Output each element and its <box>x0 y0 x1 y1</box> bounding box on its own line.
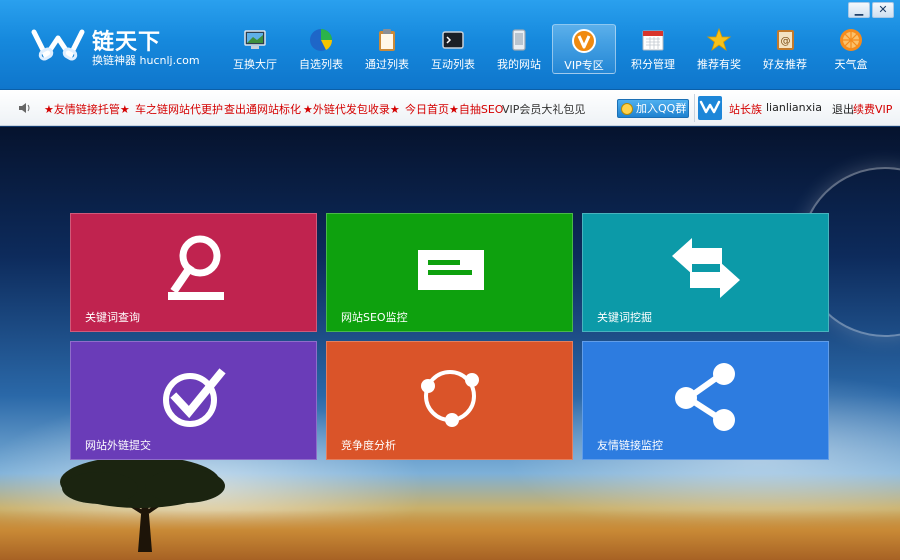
search-icon <box>167 235 224 300</box>
orange-icon <box>840 29 862 51</box>
tile-label: 网站SEO监控 <box>341 311 408 324</box>
nav-label: 互动列表 <box>431 58 475 71</box>
username: lianlianxia <box>766 101 822 114</box>
nav-label: 通过列表 <box>365 58 409 71</box>
tile-label: 关键词挖掘 <box>597 311 652 324</box>
tile-keyword-mining[interactable]: 关键词挖掘 <box>582 213 829 332</box>
close-button[interactable]: ✕ <box>872 2 894 18</box>
share-icon <box>674 363 735 431</box>
announcement-link[interactable]: VIP会员大礼包见 <box>502 101 585 117</box>
tile-label: 友情链接监控 <box>597 439 663 452</box>
join-qq-group-button[interactable]: 加入QQ群 <box>617 99 689 118</box>
nav-item-weather[interactable]: 天气盒 <box>818 24 884 74</box>
chain-logo-icon <box>31 29 85 61</box>
nav-label: 推荐有奖 <box>697 58 741 71</box>
nav-item-self-list[interactable]: 自选列表 <box>288 24 354 74</box>
announcement-link[interactable]: ★外链代发包收录★ <box>303 101 400 117</box>
nav-label: 互换大厅 <box>233 58 277 71</box>
window-controls: ▁ ✕ <box>848 2 894 18</box>
app-subtitle: 换链神器 hucnlj.com <box>92 54 200 67</box>
app-logo[interactable]: 链天下 换链神器 hucnlj.com <box>30 22 210 72</box>
tile-grid: 关键词查询 网站SEO监控 关键词挖掘 网站外链提交 竞争度分析 友情链接监控 <box>0 127 900 560</box>
divider <box>694 94 695 122</box>
tile-keyword-query[interactable]: 关键词查询 <box>70 213 317 332</box>
nav-label: VIP专区 <box>564 59 604 72</box>
tile-label: 关键词查询 <box>85 311 140 324</box>
nav-item-my-sites[interactable]: 我的网站 <box>486 24 552 74</box>
announcement-link[interactable]: ★友情链接托管★ <box>44 101 130 117</box>
checkmark-icon <box>162 368 226 427</box>
announcement-link[interactable]: 查出通网站标化 <box>224 101 301 117</box>
nav-item-points[interactable]: 积分管理 <box>620 24 686 74</box>
tile-backlink-submit[interactable]: 网站外链提交 <box>70 341 317 460</box>
tile-friend-link-monitor[interactable]: 友情链接监控 <box>582 341 829 460</box>
address-book-icon: @ <box>777 30 794 50</box>
monitor-icon <box>244 30 266 49</box>
pie-chart-icon <box>310 29 333 51</box>
nav-label: 自选列表 <box>299 58 343 71</box>
user-group: 站长族 <box>729 103 762 116</box>
renew-vip-link[interactable]: 续费VIP <box>853 101 892 117</box>
nav-item-friend-recommend[interactable]: @ 好友推荐 <box>752 24 818 74</box>
sync-icon <box>420 370 479 427</box>
tile-competition-analysis[interactable]: 竞争度分析 <box>326 341 573 460</box>
nav-item-referral-reward[interactable]: 推荐有奖 <box>686 24 752 74</box>
tile-label: 竞争度分析 <box>341 439 396 452</box>
nav-label: 我的网站 <box>497 58 541 71</box>
nav-item-vip-zone[interactable]: VIP专区 <box>552 24 616 74</box>
announcement-bar: ★友情链接托管★ 车之链网站代更护 查出通网站标化 ★外链代发包收录★ 今日首页… <box>0 90 900 126</box>
logout-link[interactable]: 退出 <box>832 101 854 117</box>
nav-label: 天气盒 <box>834 58 868 71</box>
qq-icon <box>621 103 633 115</box>
join-qq-group-label: 加入QQ群 <box>636 102 687 115</box>
star-icon <box>706 27 732 52</box>
message-icon <box>417 250 484 290</box>
nav-item-passed-list[interactable]: 通过列表 <box>354 24 420 74</box>
announcement-link[interactable]: 今日首页★自抽SEO <box>405 101 503 117</box>
nav-label: 积分管理 <box>631 58 675 71</box>
calendar-icon <box>642 30 664 51</box>
nav-label: 好友推荐 <box>763 58 807 71</box>
header: 链天下 换链神器 hucnlj.com ▁ ✕ 互换大厅 自选列表 通过列表 互… <box>0 0 900 90</box>
minimize-button[interactable]: ▁ <box>848 2 870 18</box>
vip-icon <box>572 29 596 53</box>
tile-label: 网站外链提交 <box>85 439 151 452</box>
user-avatar <box>698 96 722 120</box>
phone-icon <box>512 29 526 51</box>
terminal-icon <box>442 31 464 49</box>
nav-item-exchange-hall[interactable]: 互换大厅 <box>222 24 288 74</box>
svg-text:@: @ <box>781 36 791 47</box>
clipboard-icon <box>379 29 395 51</box>
desktop-area: 关键词查询 网站SEO监控 关键词挖掘 网站外链提交 竞争度分析 友情链接监控 <box>0 127 900 560</box>
nav-item-interaction-list[interactable]: 互动列表 <box>420 24 486 74</box>
swap-arrows-icon <box>671 238 740 298</box>
tile-site-seo-monitor[interactable]: 网站SEO监控 <box>326 213 573 332</box>
speaker-icon <box>19 103 30 113</box>
announcement-link[interactable]: 车之链网站代更护 <box>135 101 223 117</box>
